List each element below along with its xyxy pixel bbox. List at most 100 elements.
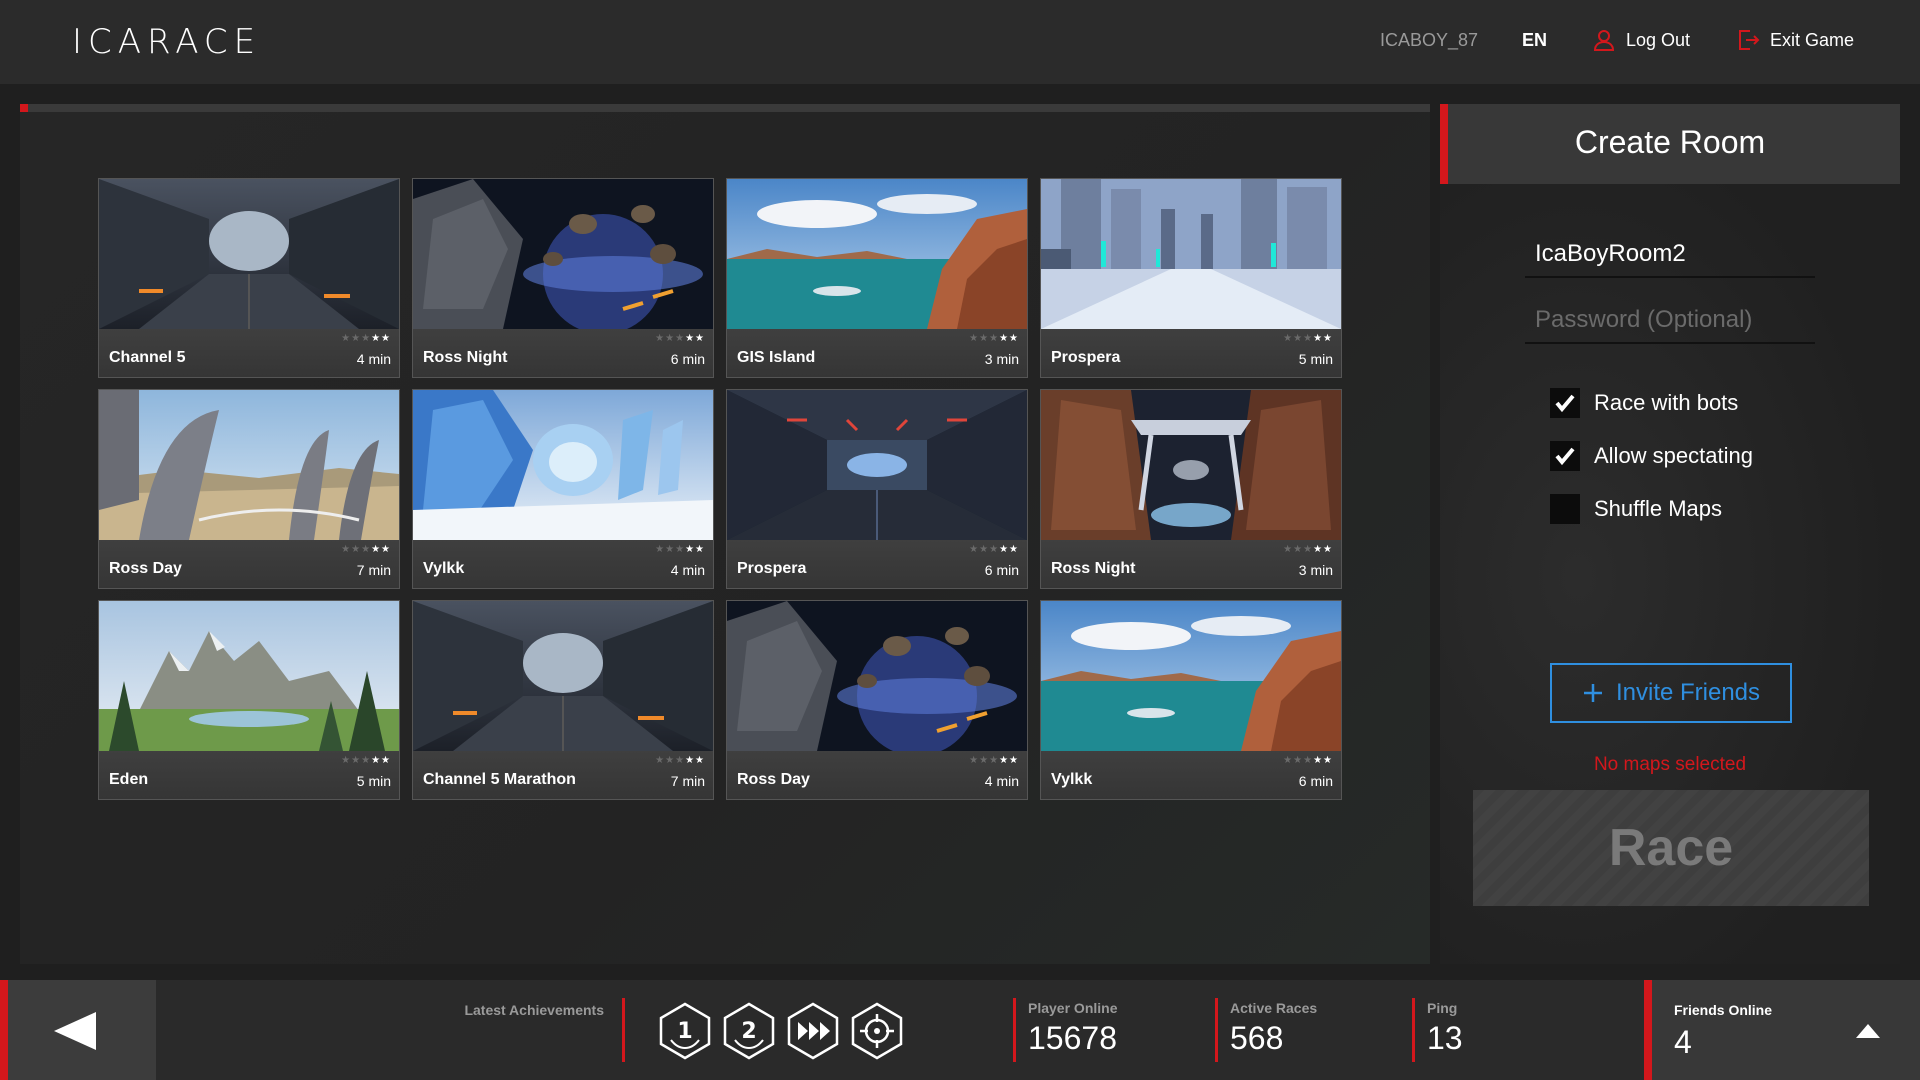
svg-text:2: 2 bbox=[741, 1019, 756, 1044]
back-button[interactable] bbox=[0, 980, 156, 1080]
second-place-icon[interactable]: 2 bbox=[720, 1002, 778, 1060]
map-footer: ★★★★★ Prospera 6 min bbox=[727, 540, 1027, 588]
map-duration: 7 min bbox=[356, 562, 391, 578]
map-name: Ross Day bbox=[109, 560, 182, 577]
separator bbox=[1013, 998, 1016, 1062]
friends-online-label: Friends Online bbox=[1674, 1002, 1773, 1018]
latest-achievements-label: Latest Achievements bbox=[464, 1002, 604, 1018]
logout-label: Log Out bbox=[1626, 29, 1691, 50]
map-card[interactable]: ★★★★★ Ross Day 4 min bbox=[726, 600, 1028, 800]
map-footer: ★★★★★ Ross Day 4 min bbox=[727, 751, 1027, 799]
map-card[interactable]: ★★★★★ Vylkk 4 min bbox=[412, 389, 714, 589]
option-allow-spectating[interactable]: Allow spectating bbox=[1550, 441, 1753, 471]
map-card[interactable]: ★★★★★ GIS Island 3 min bbox=[726, 178, 1028, 378]
map-card[interactable]: ★★★★★ Ross Night 6 min bbox=[412, 178, 714, 378]
top-bar: ICARACE ICABOY_87 EN Log Out Exit Game bbox=[0, 0, 1920, 84]
map-card[interactable]: ★★★★★ Prospera 5 min bbox=[1040, 178, 1342, 378]
map-name: Ross Day bbox=[737, 771, 810, 788]
difficulty-stars: ★★★★★ bbox=[655, 333, 705, 344]
difficulty-stars: ★★★★★ bbox=[341, 544, 391, 555]
achievements-list: 1 2 bbox=[656, 1002, 906, 1060]
ping-stat: Ping 13 bbox=[1427, 1000, 1463, 1057]
map-thumbnail bbox=[413, 601, 713, 751]
room-name-input[interactable] bbox=[1525, 232, 1815, 278]
difficulty-stars: ★★★★★ bbox=[1283, 755, 1333, 766]
map-duration: 7 min bbox=[670, 773, 705, 789]
stat-label: Active Races bbox=[1230, 1000, 1318, 1016]
map-card[interactable]: ★★★★★ Eden 5 min bbox=[98, 600, 400, 800]
checkmark-icon bbox=[1555, 447, 1575, 466]
race-button[interactable]: Race bbox=[1473, 790, 1869, 906]
map-name: Channel 5 bbox=[109, 349, 186, 366]
map-footer: ★★★★★ Ross Night 6 min bbox=[413, 329, 713, 377]
map-duration: 4 min bbox=[670, 562, 705, 578]
option-label: Race with bots bbox=[1594, 390, 1739, 415]
map-selection-panel: ★★★★★ Channel 54 min ★★★★★ Ross Night 6 min ★… bbox=[20, 104, 1430, 964]
speed-boost-icon[interactable] bbox=[784, 1002, 842, 1060]
language-selector[interactable]: EN bbox=[1522, 30, 1547, 51]
panel-top-line bbox=[20, 104, 1430, 112]
difficulty-stars: ★★★★★ bbox=[341, 755, 391, 766]
map-card[interactable]: ★★★★★ Prospera 6 min bbox=[726, 389, 1028, 589]
map-thumbnail bbox=[99, 390, 399, 540]
invite-friends-button[interactable]: Invite Friends bbox=[1550, 663, 1792, 723]
map-thumbnail bbox=[1041, 390, 1341, 540]
map-thumbnail bbox=[99, 179, 399, 329]
map-card[interactable]: ★★★★★ Channel 5 4 min bbox=[98, 178, 400, 378]
exit-game-label: Exit Game bbox=[1770, 29, 1855, 50]
difficulty-stars: ★★★★★ bbox=[655, 755, 705, 766]
map-name: Eden bbox=[109, 771, 149, 788]
create-room-panel: Create Room Race with bots Allow spectat… bbox=[1440, 104, 1900, 964]
difficulty-stars: ★★★★★ bbox=[969, 333, 1019, 344]
checkmark-icon bbox=[1555, 394, 1575, 413]
map-footer: ★★★★★ Vylkk 4 min bbox=[413, 540, 713, 588]
target-icon[interactable] bbox=[848, 1002, 906, 1060]
option-race-with-bots[interactable]: Race with bots bbox=[1550, 388, 1738, 418]
password-input[interactable] bbox=[1525, 298, 1815, 344]
map-card[interactable]: ★★★★★ Channel 5 Marathon 7 min bbox=[412, 600, 714, 800]
map-footer: ★★★★★ Channel 5 Marathon 7 min bbox=[413, 751, 713, 799]
allow-spectating-checkbox[interactable] bbox=[1550, 441, 1580, 471]
friends-online-panel[interactable]: Friends Online 4 bbox=[1644, 980, 1920, 1080]
username: ICABOY_87 bbox=[1380, 30, 1479, 50]
map-thumbnail bbox=[727, 601, 1027, 751]
race-with-bots-checkbox[interactable] bbox=[1550, 388, 1580, 418]
invite-friends-label: Invite Friends bbox=[1615, 679, 1761, 706]
map-footer: ★★★★★ Vylkk 6 min bbox=[1041, 751, 1341, 799]
map-name: Prospera bbox=[1051, 349, 1121, 366]
map-thumbnail bbox=[413, 390, 713, 540]
shuffle-maps-checkbox[interactable] bbox=[1550, 494, 1580, 524]
map-card[interactable]: ★★★★★ Ross Day 7 min bbox=[98, 389, 400, 589]
map-duration: 6 min bbox=[1298, 773, 1333, 789]
difficulty-stars: ★★★★★ bbox=[969, 755, 1019, 766]
map-card[interactable]: ★★★★★ Ross Night 3 min bbox=[1040, 389, 1342, 589]
first-place-icon[interactable]: 1 bbox=[656, 1002, 714, 1060]
map-footer: ★★★★★ Ross Night 3 min bbox=[1041, 540, 1341, 588]
separator bbox=[622, 998, 625, 1062]
map-thumbnail bbox=[1041, 601, 1341, 751]
difficulty-stars: ★★★★★ bbox=[655, 544, 705, 555]
map-footer: ★★★★★ Channel 5 4 min bbox=[99, 329, 399, 377]
map-duration: 5 min bbox=[356, 773, 391, 789]
option-shuffle-maps[interactable]: Shuffle Maps bbox=[1550, 494, 1722, 524]
map-name: Prospera bbox=[737, 560, 807, 577]
map-name: GIS Island bbox=[737, 349, 816, 366]
map-name: Vylkk bbox=[1051, 771, 1093, 788]
map-thumbnail bbox=[413, 179, 713, 329]
map-thumbnail bbox=[99, 601, 399, 751]
difficulty-stars: ★★★★★ bbox=[341, 333, 391, 344]
player-online-stat: Player Online 15678 bbox=[1028, 1000, 1117, 1057]
map-card[interactable]: ★★★★★ Vylkk 6 min bbox=[1040, 600, 1342, 800]
stat-value: 13 bbox=[1427, 1020, 1463, 1056]
map-footer: ★★★★★ Eden 5 min bbox=[99, 751, 399, 799]
map-name: Vylkk bbox=[423, 560, 465, 577]
svg-text:1: 1 bbox=[677, 1019, 692, 1044]
create-room-header: Create Room bbox=[1440, 104, 1900, 184]
chevron-up-icon bbox=[1856, 1024, 1880, 1038]
no-maps-warning: No maps selected bbox=[1593, 754, 1747, 775]
map-duration: 6 min bbox=[670, 351, 705, 367]
exit-game-button[interactable]: Exit Game bbox=[1736, 28, 1854, 52]
logout-button[interactable]: Log Out bbox=[1592, 28, 1690, 52]
map-duration: 3 min bbox=[1298, 562, 1333, 578]
create-room-title: Create Room bbox=[1574, 124, 1766, 160]
